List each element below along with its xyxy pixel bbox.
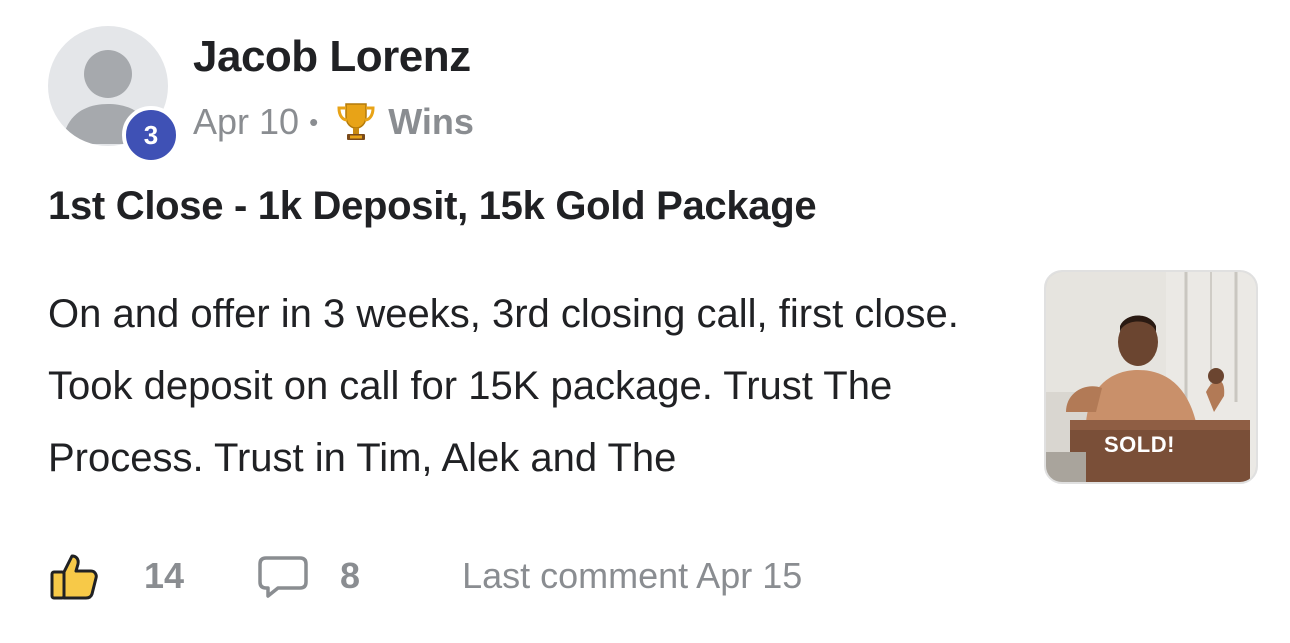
like-count: 14 bbox=[144, 555, 185, 596]
post-body[interactable]: On and offer in 3 weeks, 3rd closing cal… bbox=[48, 278, 1023, 494]
post-thumbnail[interactable]: SOLD! bbox=[1044, 270, 1258, 484]
post-date: Apr 10 bbox=[193, 101, 300, 142]
community-post-card[interactable]: 3 Jacob Lorenz Apr 10 • Wins 1st Close -… bbox=[0, 0, 1290, 643]
post-footer: 14 8 Last comment Apr 15 bbox=[48, 550, 802, 602]
author-name[interactable]: Jacob Lorenz bbox=[193, 32, 471, 82]
thumbs-up-icon[interactable] bbox=[48, 550, 100, 602]
sold-caption: SOLD! bbox=[1104, 432, 1175, 457]
post-category[interactable]: Wins bbox=[388, 101, 474, 143]
last-comment-timestamp: Last comment Apr 15 bbox=[462, 555, 803, 596]
post-title[interactable]: 1st Close - 1k Deposit, 15k Gold Package bbox=[48, 184, 817, 229]
speech-bubble-icon[interactable] bbox=[256, 550, 310, 602]
author-avatar-wrap[interactable]: 3 bbox=[48, 26, 180, 164]
meta-separator: • bbox=[309, 106, 319, 137]
level-badge: 3 bbox=[122, 106, 180, 164]
trophy-icon bbox=[334, 100, 378, 144]
comment-count: 8 bbox=[340, 555, 361, 596]
post-meta: Apr 10 • Wins bbox=[193, 100, 474, 144]
